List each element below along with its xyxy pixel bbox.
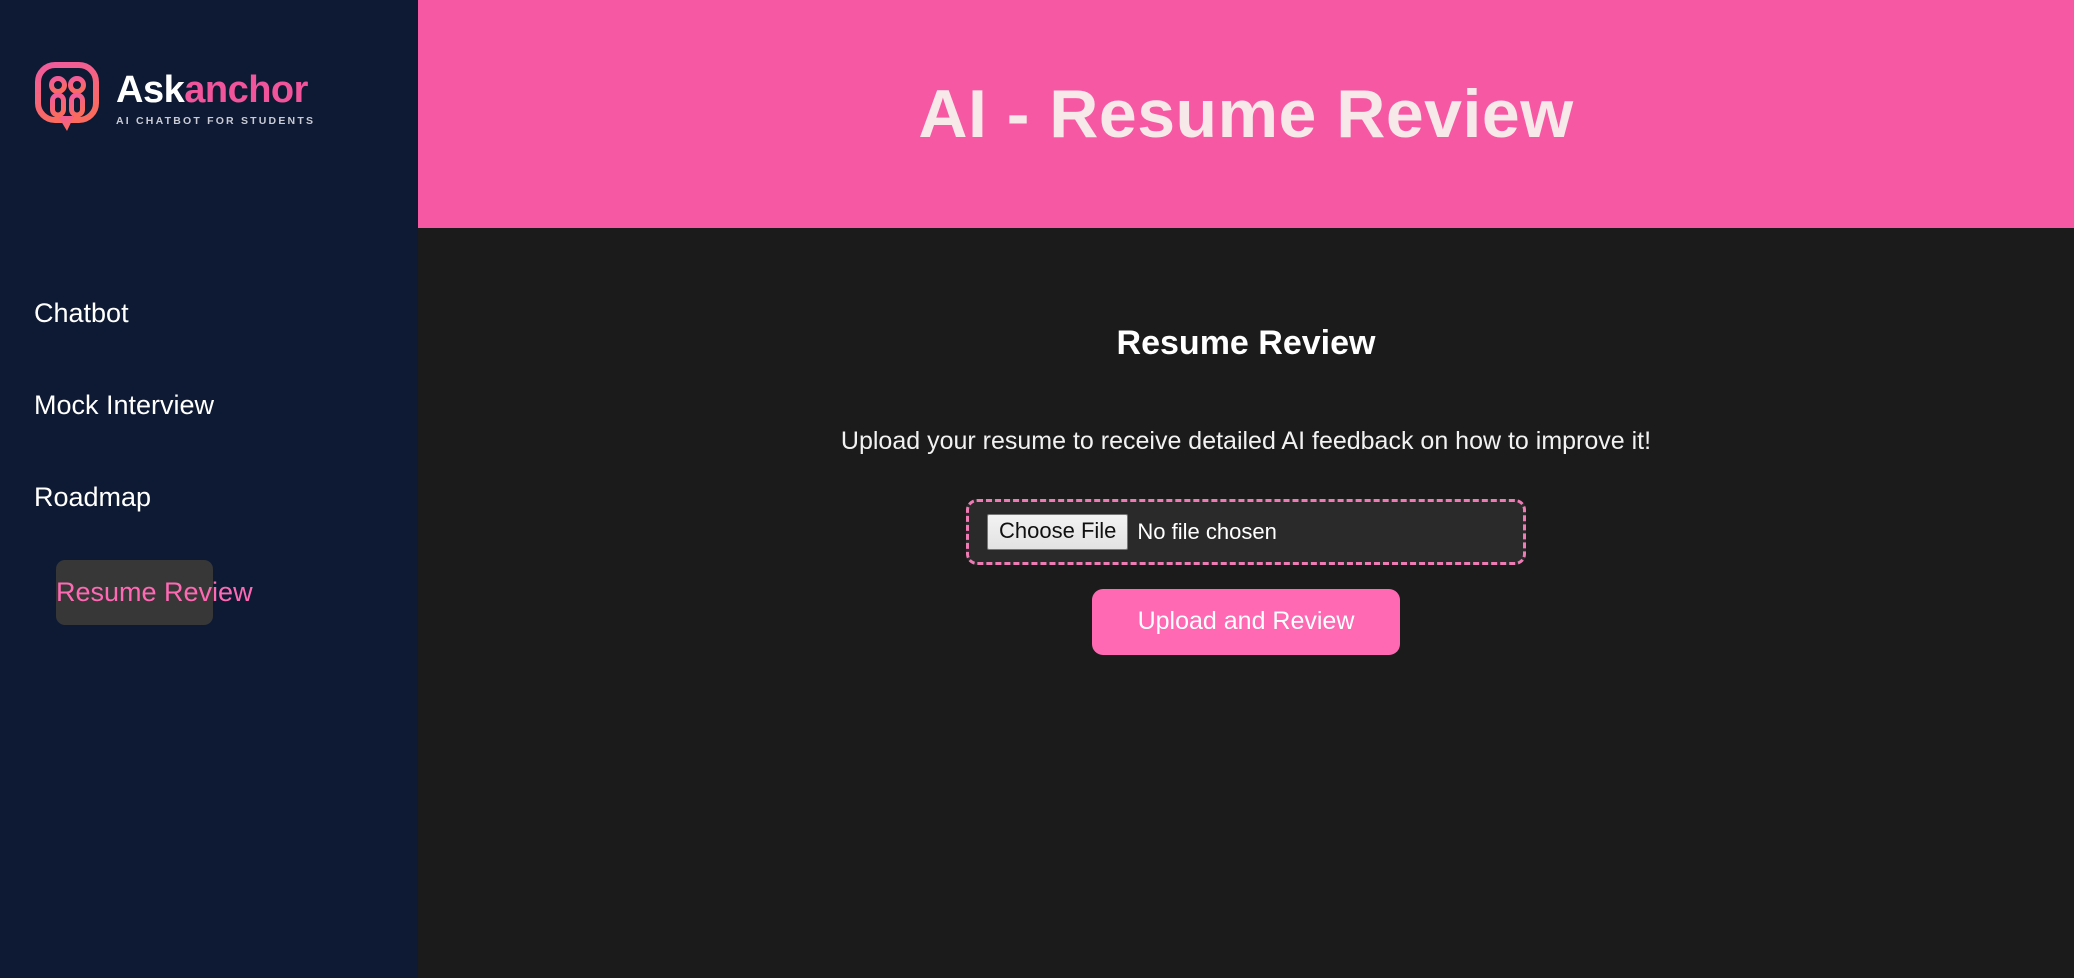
brand-tagline: AI CHATBOT FOR STUDENTS xyxy=(116,115,316,127)
sidebar-nav: Chatbot Mock Interview Roadmap Resume Re… xyxy=(0,284,418,658)
sidebar-item-resume-review[interactable]: Resume Review xyxy=(56,560,253,626)
section-title: Resume Review xyxy=(1116,324,1376,362)
resume-review-panel: Resume Review Upload your resume to rece… xyxy=(418,228,2074,978)
brand-name-second: anchor xyxy=(184,69,308,111)
brand-wordmark: Askanchor xyxy=(116,71,315,109)
file-input[interactable]: Choose File No file chosen xyxy=(987,513,1277,551)
sidebar-item-chatbot[interactable]: Chatbot xyxy=(0,284,418,343)
sidebar: Askanchor AI CHATBOT FOR STUDENTS Chatbo… xyxy=(0,0,418,978)
sidebar-item-roadmap[interactable]: Roadmap xyxy=(0,468,418,527)
brand-name-first: Ask xyxy=(116,69,185,111)
choose-file-button[interactable]: Choose File xyxy=(987,513,1129,551)
page-title: AI - Resume Review xyxy=(918,76,1574,152)
file-dropzone[interactable]: Choose File No file chosen xyxy=(966,499,1526,565)
sidebar-item-mock-interview[interactable]: Mock Interview xyxy=(0,376,418,435)
page-header: AI - Resume Review xyxy=(418,0,2074,228)
ask-anchor-logo-icon xyxy=(34,62,102,134)
main-area: AI - Resume Review Resume Review Upload … xyxy=(418,0,2074,978)
file-status-text: No file chosen xyxy=(1137,518,1277,544)
upload-and-review-button[interactable]: Upload and Review xyxy=(1091,589,1401,655)
brand-text: Askanchor AI CHATBOT FOR STUDENTS xyxy=(116,71,315,127)
section-description: Upload your resume to receive detailed A… xyxy=(840,427,1652,455)
app-root: Askanchor AI CHATBOT FOR STUDENTS Chatbo… xyxy=(0,0,2074,978)
brand-logo[interactable]: Askanchor AI CHATBOT FOR STUDENTS xyxy=(0,0,418,134)
